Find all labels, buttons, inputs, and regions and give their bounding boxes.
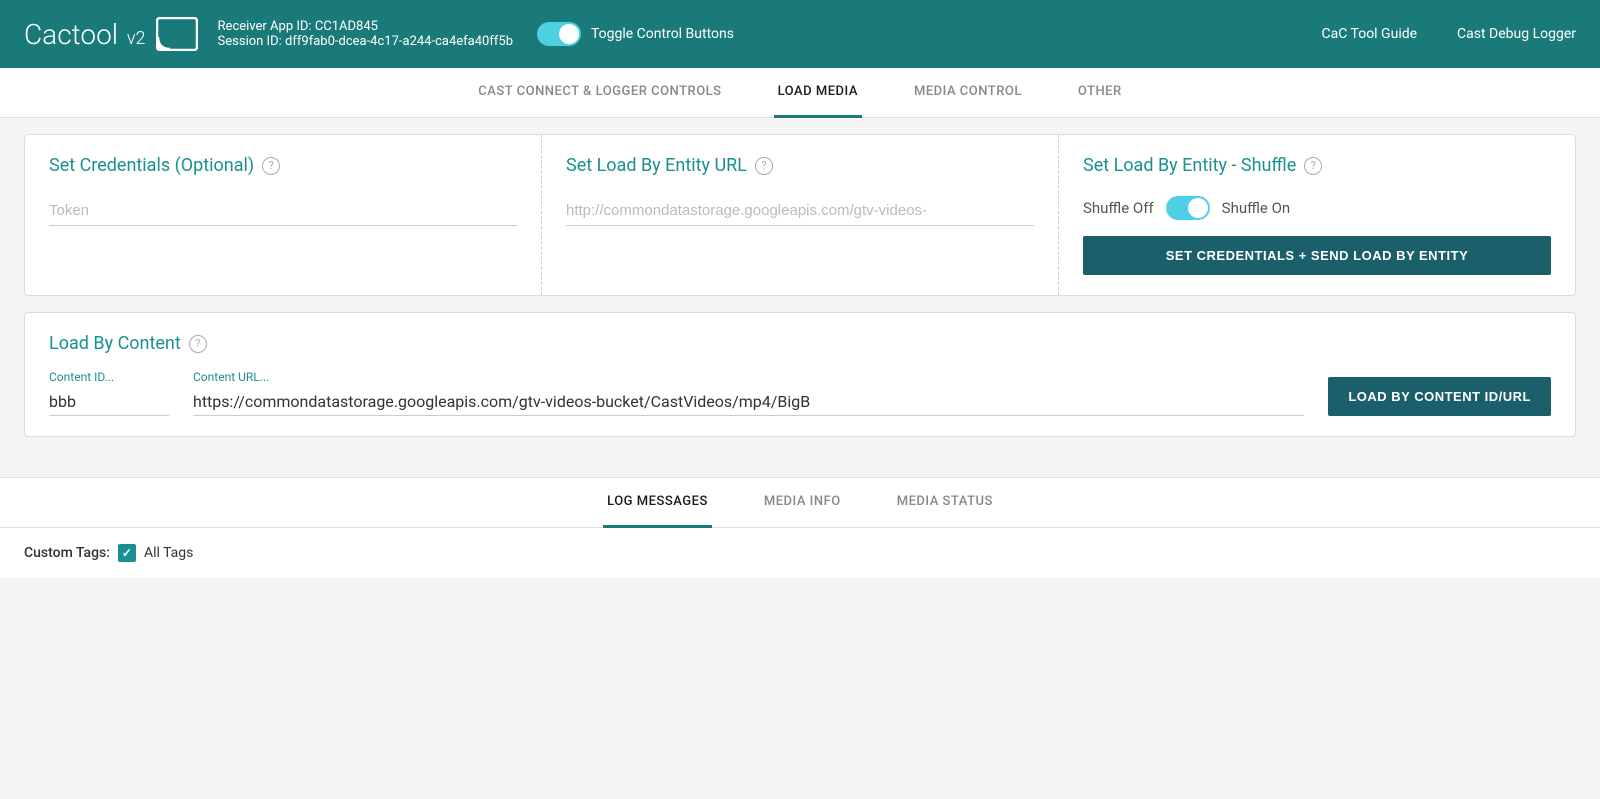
tab-cast-connect[interactable]: CAST CONNECT & LOGGER CONTROLS (474, 68, 725, 118)
control-toggle[interactable] (537, 22, 581, 46)
all-tags-checkbox[interactable] (118, 544, 136, 562)
content-url-field: Content URL... https://commondatastorage… (193, 370, 1304, 416)
entity-url-card-title: Set Load By Entity URL ? (566, 155, 1034, 176)
bottom-tab-media-status[interactable]: MEDIA STATUS (893, 478, 997, 528)
load-by-content-help-icon[interactable]: ? (189, 335, 207, 353)
logo-area: Cactool v2 (24, 17, 198, 51)
cast-icon (156, 17, 198, 51)
all-tags-label: All Tags (144, 545, 193, 561)
entity-url-help-icon[interactable]: ? (755, 157, 773, 175)
entity-shuffle-help-icon[interactable]: ? (1304, 157, 1322, 175)
credentials-card-title: Set Credentials (Optional) ? (49, 155, 517, 176)
app-header: Cactool v2 Receiver App ID: CC1AD845 Ses… (0, 0, 1600, 68)
send-load-by-entity-button[interactable]: SET CREDENTIALS + SEND LOAD BY ENTITY (1083, 236, 1551, 275)
tab-load-media[interactable]: LOAD MEDIA (774, 68, 862, 118)
credentials-help-icon[interactable]: ? (262, 157, 280, 175)
toggle-area: Toggle Control Buttons (537, 22, 734, 46)
bottom-content: Custom Tags: All Tags (0, 528, 1600, 578)
shuffle-area: Shuffle Off Shuffle On (1083, 196, 1551, 220)
shuffle-on-label: Shuffle On (1222, 199, 1291, 217)
app-name: Cactool v2 (24, 18, 146, 51)
session-info: Receiver App ID: CC1AD845 Session ID: df… (218, 19, 513, 49)
app-version: v2 (127, 28, 146, 49)
main-content: Set Credentials (Optional) ? Set Load By… (0, 118, 1600, 469)
token-input[interactable] (49, 196, 517, 226)
custom-tags-label: Custom Tags: (24, 545, 110, 561)
tab-media-control[interactable]: MEDIA CONTROL (910, 68, 1026, 118)
load-content-row: Content ID... bbb Content URL... https:/… (49, 370, 1551, 416)
toggle-label: Toggle Control Buttons (591, 26, 734, 42)
entity-shuffle-card: Set Load By Entity - Shuffle ? Shuffle O… (1059, 135, 1575, 295)
load-by-content-section: Load By Content ? Content ID... bbb Cont… (24, 312, 1576, 437)
cast-debug-logger-link[interactable]: Cast Debug Logger (1457, 26, 1576, 42)
load-by-content-title: Load By Content ? (49, 333, 1551, 354)
bottom-section: LOG MESSAGES MEDIA INFO MEDIA STATUS Cus… (0, 477, 1600, 578)
entity-shuffle-card-title: Set Load By Entity - Shuffle ? (1083, 155, 1551, 176)
custom-tags-row: Custom Tags: All Tags (24, 544, 1576, 562)
header-nav: CaC Tool Guide Cast Debug Logger (1322, 26, 1577, 42)
content-id-value[interactable]: bbb (49, 388, 169, 416)
cac-tool-guide-link[interactable]: CaC Tool Guide (1322, 26, 1418, 42)
bottom-tab-media-info[interactable]: MEDIA INFO (760, 478, 845, 528)
content-url-label: Content URL... (193, 370, 1304, 384)
session-id-info: Session ID: dff9fab0-dcea-4c17-a244-ca4e… (218, 34, 513, 49)
content-id-field: Content ID... bbb (49, 370, 169, 416)
content-id-label: Content ID... (49, 370, 169, 384)
entity-url-input[interactable] (566, 196, 1034, 226)
cards-row: Set Credentials (Optional) ? Set Load By… (24, 134, 1576, 296)
entity-url-card: Set Load By Entity URL ? (542, 135, 1059, 295)
bottom-tab-log-messages[interactable]: LOG MESSAGES (603, 478, 712, 528)
credentials-card: Set Credentials (Optional) ? (25, 135, 542, 295)
receiver-info: Receiver App ID: CC1AD845 (218, 19, 513, 34)
main-tabs: CAST CONNECT & LOGGER CONTROLS LOAD MEDI… (0, 68, 1600, 118)
shuffle-toggle[interactable] (1166, 196, 1210, 220)
tab-other[interactable]: OTHER (1074, 68, 1126, 118)
shuffle-off-label: Shuffle Off (1083, 199, 1154, 217)
content-url-value[interactable]: https://commondatastorage.googleapis.com… (193, 388, 1304, 416)
load-by-content-button[interactable]: LOAD BY CONTENT ID/URL (1328, 377, 1551, 416)
bottom-tabs: LOG MESSAGES MEDIA INFO MEDIA STATUS (0, 478, 1600, 528)
